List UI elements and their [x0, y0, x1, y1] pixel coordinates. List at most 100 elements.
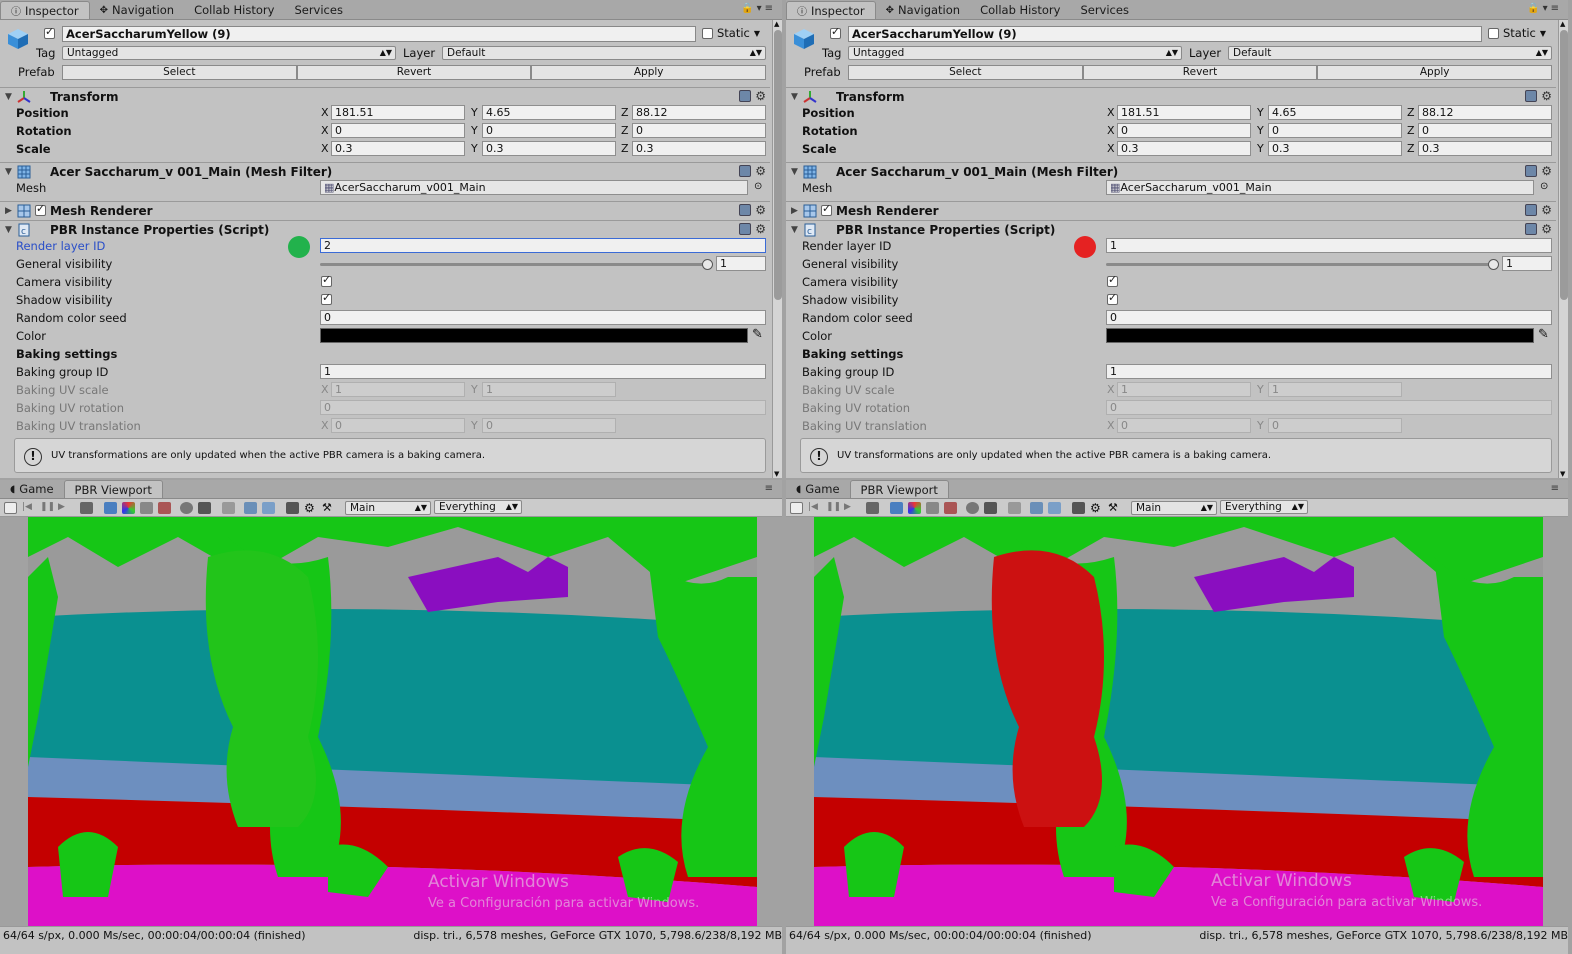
scrollbar-thumb[interactable]: [1560, 30, 1568, 300]
static-toggle[interactable]: Static ▼: [702, 26, 760, 40]
foldout-expanded-icon[interactable]: ▼: [791, 92, 798, 102]
rotation-x-field[interactable]: 0: [1117, 123, 1251, 138]
rotation-y-field[interactable]: 0: [1268, 123, 1402, 138]
reference-icon[interactable]: [739, 165, 752, 177]
inspector-scrollbar[interactable]: ▲ ▼: [1558, 20, 1568, 478]
object-picker-icon[interactable]: ⊙: [1540, 181, 1548, 192]
light-icon[interactable]: [222, 502, 235, 514]
foldout-expanded-icon[interactable]: ▼: [791, 225, 798, 235]
skip-back-icon[interactable]: |◀: [808, 502, 821, 514]
rotation-z-field[interactable]: 0: [1418, 123, 1552, 138]
slider-handle[interactable]: [702, 259, 713, 270]
lock-icon[interactable]: 🔒▾≡: [741, 3, 776, 14]
baking-group-field[interactable]: 1: [320, 364, 766, 379]
shadow-visibility-checkbox[interactable]: [321, 291, 332, 305]
gear-icon[interactable]: ⚙: [1541, 204, 1552, 216]
stop-icon[interactable]: [4, 502, 17, 514]
tab-collab-history[interactable]: Collab History: [184, 1, 284, 19]
general-visibility-field[interactable]: 1: [1502, 256, 1552, 271]
pbr-component-header[interactable]: ▼ c PBR Instance Properties (Script) ⚙: [786, 220, 1556, 239]
gear-icon[interactable]: ⚙: [1541, 90, 1552, 102]
render-layer-field[interactable]: 1: [1106, 238, 1552, 253]
inspector-scrollbar[interactable]: ▲ ▼: [772, 20, 782, 478]
rotation-z-field[interactable]: 0: [632, 123, 766, 138]
general-visibility-field[interactable]: 1: [716, 256, 766, 271]
foldout-expanded-icon[interactable]: ▼: [5, 167, 12, 177]
transform-component-header[interactable]: ▼ Transform ⚙: [0, 87, 770, 106]
prefab-apply-button[interactable]: Apply: [531, 65, 767, 80]
baking-group-field[interactable]: 1: [1106, 364, 1552, 379]
panel-menu-icon[interactable]: ≡: [765, 483, 776, 494]
shading-icon[interactable]: [944, 502, 957, 514]
scroll-down-icon[interactable]: ▼: [1560, 470, 1565, 478]
material-icon[interactable]: [926, 502, 939, 514]
foldout-collapsed-icon[interactable]: ▶: [5, 206, 12, 216]
random-seed-field[interactable]: 0: [320, 310, 766, 325]
pbr-component-header[interactable]: ▼ c PBR Instance Properties (Script) ⚙: [0, 220, 770, 239]
transform-component-header[interactable]: ▼ Transform ⚙: [786, 87, 1556, 106]
color-swatch[interactable]: [320, 328, 748, 343]
tab-pbr-viewport[interactable]: PBR Viewport: [849, 480, 949, 498]
object-name-field[interactable]: AcerSaccharumYellow (9): [848, 26, 1482, 42]
scroll-up-icon[interactable]: ▲: [774, 20, 779, 28]
camera-dropdown[interactable]: Main ▲▼: [1131, 501, 1217, 515]
reference-icon[interactable]: [739, 204, 752, 216]
reference-icon[interactable]: [1525, 204, 1538, 216]
viewport-area[interactable]: [786, 517, 1568, 935]
scale-z-field[interactable]: 0.3: [1418, 141, 1552, 156]
scale-z-field[interactable]: 0.3: [632, 141, 766, 156]
screenshot-icon[interactable]: [244, 502, 257, 514]
active-checkbox[interactable]: [44, 25, 55, 39]
light-icon[interactable]: [1008, 502, 1021, 514]
position-z-field[interactable]: 88.12: [632, 105, 766, 120]
layer-mask-dropdown[interactable]: Everything ▲▼: [1220, 500, 1308, 514]
tab-game[interactable]: ◖ Game: [786, 480, 850, 498]
foldout-expanded-icon[interactable]: ▼: [791, 167, 798, 177]
gear-icon[interactable]: ⚙: [755, 165, 766, 177]
tab-inspector[interactable]: ⓘ Inspector: [786, 1, 876, 19]
scale-y-field[interactable]: 0.3: [482, 141, 616, 156]
chevron-down-icon[interactable]: ▼: [754, 29, 760, 38]
tab-game[interactable]: ◖ Game: [0, 480, 64, 498]
mesh-object-field[interactable]: ▦AcerSaccharum_v001_Main: [320, 180, 748, 195]
material-icon[interactable]: [140, 502, 153, 514]
tab-inspector[interactable]: ⓘ Inspector: [0, 1, 90, 19]
prefab-select-button[interactable]: Select: [848, 65, 1083, 80]
position-x-field[interactable]: 181.51: [1117, 105, 1251, 120]
eyedropper-icon[interactable]: ✎: [1538, 327, 1549, 342]
skip-back-icon[interactable]: |◀: [22, 502, 35, 514]
random-seed-field[interactable]: 0: [1106, 310, 1552, 325]
tools-icon[interactable]: ⚒: [1108, 502, 1121, 514]
render-mode-icon[interactable]: [104, 502, 117, 514]
mesh-filter-component-header[interactable]: ▼ Acer Saccharum_v 001_Main (Mesh Filter…: [0, 162, 770, 181]
scroll-down-icon[interactable]: ▼: [774, 470, 779, 478]
rotation-y-field[interactable]: 0: [482, 123, 616, 138]
gear-icon[interactable]: ⚙: [304, 502, 317, 514]
denoise-icon[interactable]: [966, 502, 979, 514]
grid-icon[interactable]: [984, 502, 997, 514]
foldout-expanded-icon[interactable]: ▼: [5, 225, 12, 235]
chevron-down-icon[interactable]: ▼: [1540, 29, 1546, 38]
position-z-field[interactable]: 88.12: [1418, 105, 1552, 120]
active-checkbox[interactable]: [830, 25, 841, 39]
pause-icon[interactable]: ❚❚: [40, 502, 55, 514]
reference-icon[interactable]: [1525, 90, 1538, 102]
gear-icon[interactable]: ⚙: [755, 204, 766, 216]
shadow-visibility-checkbox[interactable]: [1107, 291, 1118, 305]
scrollbar-thumb[interactable]: [774, 30, 782, 300]
lock-icon[interactable]: 🔒▾≡: [1527, 3, 1562, 14]
mesh-renderer-enabled-checkbox[interactable]: [821, 202, 832, 216]
tab-services[interactable]: Services: [284, 1, 353, 19]
layer-mask-dropdown[interactable]: Everything ▲▼: [434, 500, 522, 514]
position-y-field[interactable]: 4.65: [482, 105, 616, 120]
mesh-object-field[interactable]: ▦AcerSaccharum_v001_Main: [1106, 180, 1534, 195]
foldout-collapsed-icon[interactable]: ▶: [791, 206, 798, 216]
tab-collab-history[interactable]: Collab History: [970, 1, 1070, 19]
render-layer-field[interactable]: 2: [320, 238, 766, 253]
eyedropper-icon[interactable]: ✎: [752, 327, 763, 342]
gear-icon[interactable]: ⚙: [1541, 165, 1552, 177]
foldout-expanded-icon[interactable]: ▼: [5, 92, 12, 102]
tag-dropdown[interactable]: Untagged ▲▼: [848, 46, 1182, 60]
reference-icon[interactable]: [1525, 165, 1538, 177]
play-icon[interactable]: ▶: [844, 502, 857, 514]
